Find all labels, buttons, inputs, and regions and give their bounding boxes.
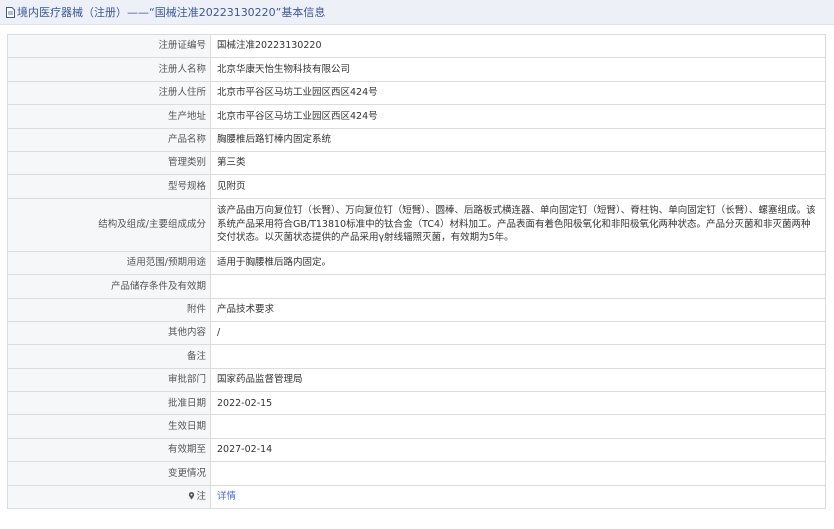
row-label: 产品储存条件及有效期 — [7, 274, 211, 299]
row-value: 该产品由万向复位钉（长臂）、万向复位钉（短臂）、圆棒、后路板式横连器、单向固定钉… — [210, 197, 826, 252]
page-header: 境内医疗器械（注册）——“国械注准20223130220”基本信息 — [0, 0, 834, 25]
row-label: 批准日期 — [7, 391, 211, 416]
row-value: 北京华康天怡生物科技有限公司 — [210, 57, 826, 82]
table-row: 生效日期 — [7, 414, 826, 439]
row-value — [210, 461, 826, 486]
table-row: 结构及组成/主要组成成分 该产品由万向复位钉（长臂）、万向复位钉（短臂）、圆棒、… — [7, 197, 826, 252]
row-value: 国家药品监督管理局 — [210, 367, 826, 393]
row-label: 审批部门 — [7, 367, 211, 393]
info-table: 注册证编号 国械注准20223130220 注册人名称 北京华康天怡生物科技有限… — [7, 33, 826, 510]
table-row: 附件 产品技术要求 — [7, 297, 826, 322]
table-row: 注册人住所 北京市平谷区马坊工业园区西区424号 — [7, 80, 826, 106]
table-row: 产品名称 胸腰椎后路钉棒内固定系统 — [7, 127, 826, 152]
row-value: 适用于胸腰椎后路内固定。 — [210, 250, 826, 276]
row-label-note: 注 — [7, 484, 211, 510]
row-label: 注册人名称 — [7, 57, 211, 82]
table-row: 注册人名称 北京华康天怡生物科技有限公司 — [7, 57, 826, 82]
table-row: 生产地址 北京市平谷区马坊工业园区西区424号 — [7, 104, 826, 129]
row-label: 管理类别 — [7, 150, 211, 176]
row-label: 结构及组成/主要组成成分 — [7, 197, 211, 252]
row-label: 附件 — [7, 297, 211, 322]
row-label: 型号规格 — [7, 174, 211, 199]
row-value: 北京市平谷区马坊工业园区西区424号 — [210, 104, 826, 129]
table-row: 其他内容 / — [7, 320, 826, 346]
row-label: 变更情况 — [7, 461, 211, 486]
row-label: 注册证编号 — [7, 33, 211, 59]
page-title: 境内医疗器械（注册）——“国械注准20223130220”基本信息 — [17, 6, 326, 19]
row-label: 适用范围/预期用途 — [7, 250, 211, 276]
table-row: 有效期至 2027-02-14 — [7, 437, 826, 463]
row-value — [210, 414, 826, 439]
table-row: 产品储存条件及有效期 — [7, 274, 826, 299]
row-value: 产品技术要求 — [210, 297, 826, 322]
table-row: 注册证编号 国械注准20223130220 — [7, 33, 826, 59]
location-pin-icon — [189, 492, 195, 500]
table-row: 批准日期 2022-02-15 — [7, 391, 826, 416]
row-label: 注册人住所 — [7, 80, 211, 106]
table-row: 注 详情 — [7, 484, 826, 510]
table-row: 审批部门 国家药品监督管理局 — [7, 367, 826, 393]
table-row: 管理类别 第三类 — [7, 150, 826, 176]
row-value: 北京市平谷区马坊工业园区西区424号 — [210, 80, 826, 106]
row-label: 备注 — [7, 344, 211, 369]
row-value: 见附页 — [210, 174, 826, 199]
row-label: 生效日期 — [7, 414, 211, 439]
row-value — [210, 344, 826, 369]
row-value: 2027-02-14 — [210, 437, 826, 463]
row-label: 产品名称 — [7, 127, 211, 152]
note-label: 注 — [196, 491, 206, 503]
table-row: 适用范围/预期用途 适用于胸腰椎后路内固定。 — [7, 250, 826, 276]
row-value — [210, 274, 826, 299]
row-value: 胸腰椎后路钉棒内固定系统 — [210, 127, 826, 152]
row-value: / — [210, 320, 826, 346]
document-icon — [6, 6, 15, 18]
table-row: 备注 — [7, 344, 826, 369]
row-label: 其他内容 — [7, 320, 211, 346]
row-value: 国械注准20223130220 — [210, 33, 826, 59]
row-value: 第三类 — [210, 150, 826, 176]
row-value: 2022-02-15 — [210, 391, 826, 416]
row-label: 生产地址 — [7, 104, 211, 129]
row-label: 有效期至 — [7, 437, 211, 463]
table-row: 型号规格 见附页 — [7, 174, 826, 199]
row-value: 详情 — [210, 484, 826, 510]
table-row: 变更情况 — [7, 461, 826, 486]
details-link[interactable]: 详情 — [217, 491, 236, 502]
